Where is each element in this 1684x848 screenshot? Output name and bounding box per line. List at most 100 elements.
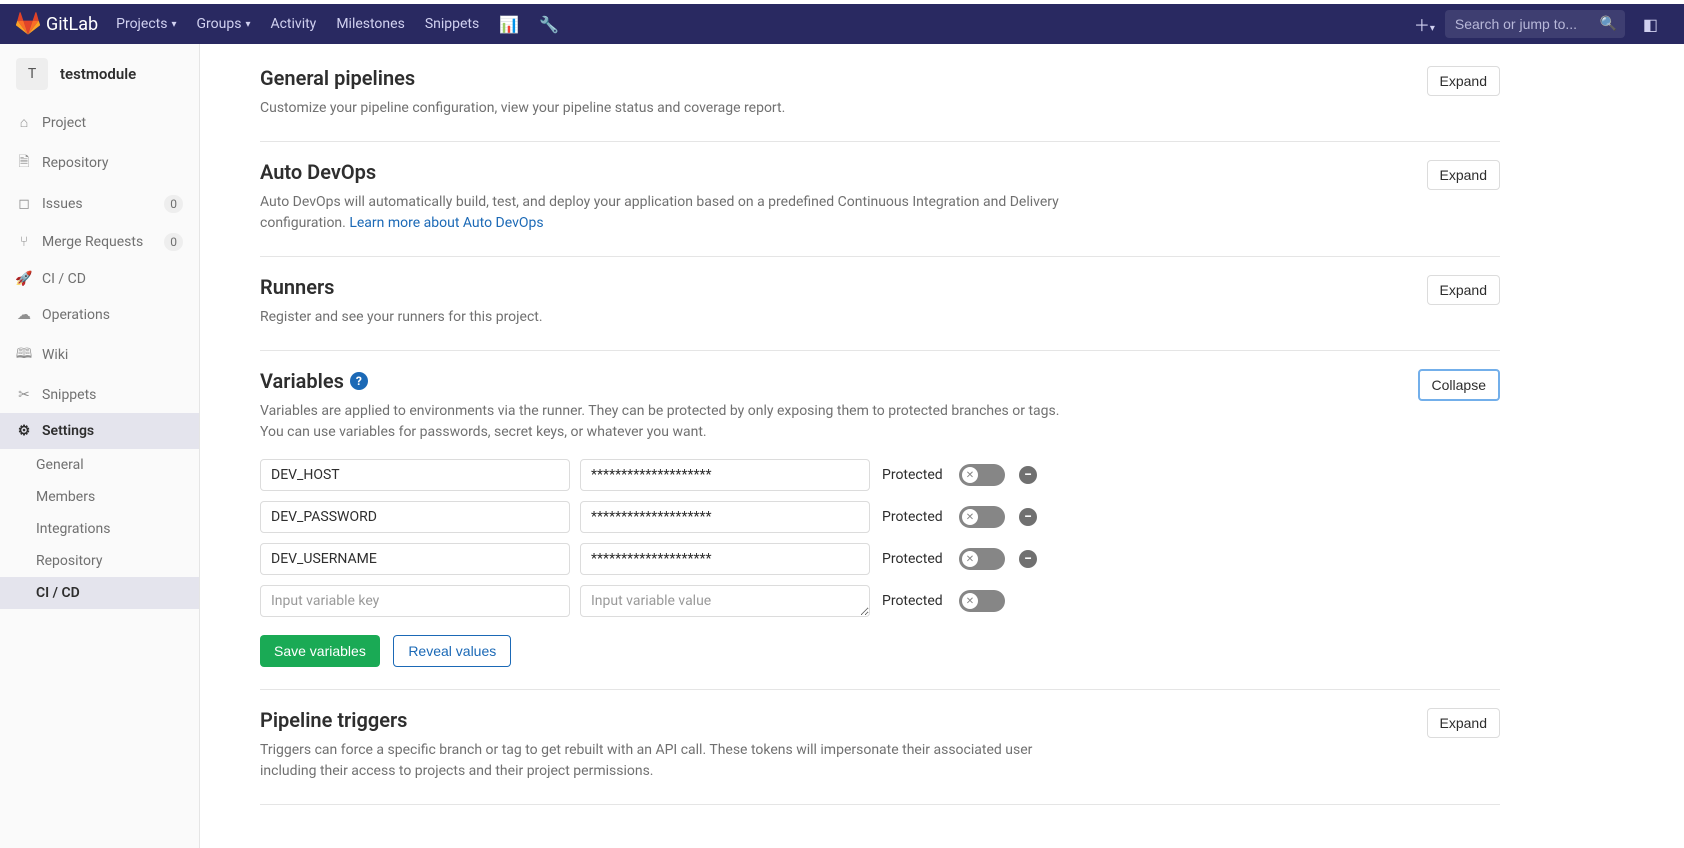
chevron-down-icon: ▾ bbox=[245, 19, 250, 30]
home-icon: ⌂ bbox=[16, 114, 32, 131]
toggle-knob: ✕ bbox=[962, 509, 978, 525]
sidebar-label: Merge Requests bbox=[42, 234, 143, 250]
mr-badge: 0 bbox=[164, 233, 183, 251]
brand[interactable]: GitLab bbox=[16, 12, 98, 36]
sidebar-label: Operations bbox=[42, 307, 110, 323]
project-header[interactable]: T testmodule bbox=[0, 44, 199, 104]
variable-key-input[interactable] bbox=[260, 459, 570, 491]
sidebar-label: Issues bbox=[42, 196, 83, 212]
variable-row: Protected ✕ − bbox=[260, 543, 1500, 575]
top-navbar: GitLab Projects▾ Groups▾ Activity Milest… bbox=[0, 4, 1684, 44]
collapse-button[interactable]: Collapse bbox=[1418, 369, 1500, 401]
project-name: testmodule bbox=[60, 65, 136, 83]
nav-groups[interactable]: Groups▾ bbox=[187, 4, 261, 44]
variables-buttons: Save variables Reveal values bbox=[260, 635, 1500, 667]
expand-button[interactable]: Expand bbox=[1427, 275, 1500, 305]
nav-activity[interactable]: Activity bbox=[260, 4, 326, 44]
protected-toggle[interactable]: ✕ bbox=[959, 590, 1005, 612]
sidebar-label: Wiki bbox=[42, 347, 68, 363]
sidebar-list: ⌂ Project 🗎Repository ◻ Issues 0 ⑂ Merge Req… bbox=[0, 104, 199, 449]
sidebar-toggle-icon[interactable]: ◧ bbox=[1633, 15, 1668, 34]
sidebar-item-project[interactable]: ⌂ Project bbox=[0, 104, 199, 141]
sidebar-item-merge-requests[interactable]: ⑂ Merge Requests 0 bbox=[0, 223, 199, 261]
section-title: Variables? bbox=[260, 369, 1060, 393]
section-auto-devops: Auto DevOps Auto DevOps will automatical… bbox=[260, 142, 1500, 257]
sidebar-item-wiki[interactable]: 🕮 Wiki bbox=[0, 333, 199, 377]
nav-activity-label: Activity bbox=[270, 16, 316, 32]
section-general-pipelines: General pipelines Customize your pipelin… bbox=[260, 48, 1500, 142]
search-input[interactable] bbox=[1445, 10, 1625, 38]
variable-key-input[interactable] bbox=[260, 543, 570, 575]
protected-toggle[interactable]: ✕ bbox=[959, 548, 1005, 570]
issues-icon: ◻ bbox=[16, 196, 32, 212]
search-icon: 🔍 bbox=[1599, 16, 1616, 32]
variable-value-input[interactable] bbox=[580, 501, 870, 533]
section-title: Runners bbox=[260, 275, 543, 299]
sidebar-label: Project bbox=[42, 115, 86, 131]
section-title: Auto DevOps bbox=[260, 160, 1060, 184]
sub-cicd[interactable]: CI / CD bbox=[0, 577, 199, 609]
section-desc: Triggers can force a specific branch or … bbox=[260, 740, 1060, 782]
title-text: Variables bbox=[260, 369, 344, 393]
sidebar-label: Settings bbox=[42, 423, 94, 439]
main-content: General pipelines Customize your pipelin… bbox=[200, 28, 1560, 845]
expand-button[interactable]: Expand bbox=[1427, 160, 1500, 190]
expand-button[interactable]: Expand bbox=[1427, 708, 1500, 738]
sub-members[interactable]: Members bbox=[0, 481, 199, 513]
variable-key-input[interactable] bbox=[260, 585, 570, 617]
plus-icon[interactable]: ＋▾ bbox=[1404, 12, 1445, 36]
toggle-knob: ✕ bbox=[962, 467, 978, 483]
sub-general[interactable]: General bbox=[0, 449, 199, 481]
nav-snippets[interactable]: Snippets bbox=[415, 4, 489, 44]
help-icon[interactable]: ? bbox=[350, 372, 368, 390]
navbar-right: ＋▾ 🔍 ◧ bbox=[1404, 10, 1668, 38]
nav-snippets-label: Snippets bbox=[425, 16, 479, 32]
sidebar-item-cicd[interactable]: 🚀CI / CD bbox=[0, 261, 199, 297]
sidebar-label: Repository bbox=[42, 155, 108, 171]
remove-variable-button[interactable]: − bbox=[1019, 466, 1037, 484]
section-pipeline-triggers: Pipeline triggers Triggers can force a s… bbox=[260, 690, 1500, 805]
sidebar-item-operations[interactable]: ☁ Operations bbox=[0, 297, 199, 333]
book-icon: 🕮 bbox=[16, 343, 32, 367]
gitlab-logo-icon bbox=[16, 12, 40, 36]
expand-button[interactable]: Expand bbox=[1427, 66, 1500, 96]
section-desc: Variables are applied to environments vi… bbox=[260, 401, 1060, 443]
remove-variable-button[interactable]: − bbox=[1019, 508, 1037, 526]
nav-projects[interactable]: Projects▾ bbox=[106, 4, 186, 44]
variables-list: Protected ✕ − Protected ✕ − Protected ✕ … bbox=[260, 459, 1500, 617]
sub-integrations[interactable]: Integrations bbox=[0, 513, 199, 545]
chart-icon[interactable]: 📊 bbox=[489, 15, 529, 34]
sidebar-item-repository[interactable]: 🗎Repository bbox=[0, 141, 199, 185]
section-desc: Customize your pipeline configuration, v… bbox=[260, 98, 785, 119]
protected-label: Protected bbox=[882, 551, 947, 567]
sidebar-item-settings[interactable]: ⚙Settings bbox=[0, 413, 199, 449]
variable-value-input[interactable] bbox=[580, 543, 870, 575]
remove-variable-button[interactable]: − bbox=[1019, 550, 1037, 568]
variable-value-input[interactable] bbox=[580, 459, 870, 491]
sub-repository[interactable]: Repository bbox=[0, 545, 199, 577]
variable-key-input[interactable] bbox=[260, 501, 570, 533]
variable-value-input[interactable] bbox=[580, 585, 870, 617]
project-avatar: T bbox=[16, 58, 48, 90]
section-title: Pipeline triggers bbox=[260, 708, 1060, 732]
sidebar-label: CI / CD bbox=[42, 271, 86, 287]
protected-toggle[interactable]: ✕ bbox=[959, 464, 1005, 486]
reveal-values-button[interactable]: Reveal values bbox=[393, 635, 511, 667]
save-variables-button[interactable]: Save variables bbox=[260, 635, 380, 667]
wrench-icon[interactable]: 🔧 bbox=[529, 15, 569, 34]
learn-more-link[interactable]: Learn more about Auto DevOps bbox=[349, 215, 543, 231]
sidebar-sub: General Members Integrations Repository … bbox=[0, 449, 199, 609]
merge-icon: ⑂ bbox=[16, 234, 32, 250]
sidebar: T testmodule ⌂ Project 🗎Repository ◻ Issue… bbox=[0, 44, 200, 848]
variable-row: Protected ✕ − bbox=[260, 501, 1500, 533]
sidebar-item-snippets[interactable]: ✂Snippets bbox=[0, 377, 199, 413]
sidebar-item-issues[interactable]: ◻ Issues 0 bbox=[0, 185, 199, 223]
cloud-icon: ☁ bbox=[16, 307, 32, 323]
section-variables: Variables? Variables are applied to envi… bbox=[260, 351, 1500, 690]
variable-row: Protected ✕ − bbox=[260, 459, 1500, 491]
toggle-knob: ✕ bbox=[962, 593, 978, 609]
nav-groups-label: Groups bbox=[197, 16, 242, 32]
issues-badge: 0 bbox=[164, 195, 183, 213]
nav-milestones[interactable]: Milestones bbox=[326, 4, 415, 44]
protected-toggle[interactable]: ✕ bbox=[959, 506, 1005, 528]
